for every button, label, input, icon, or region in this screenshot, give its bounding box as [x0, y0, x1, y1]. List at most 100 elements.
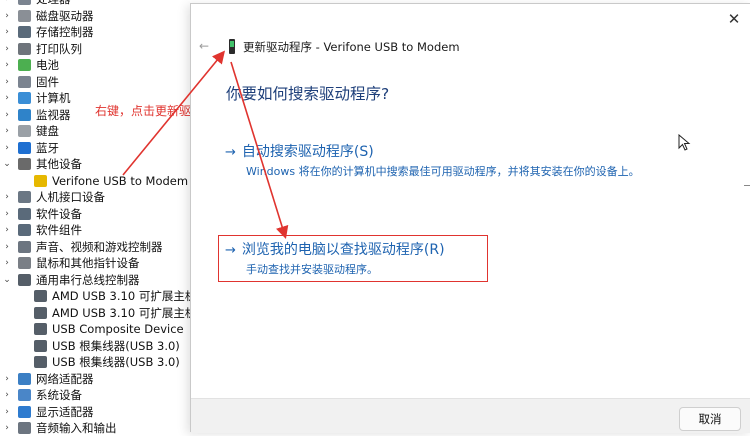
tree-item[interactable]: › 软件组件	[2, 222, 82, 238]
tree-item[interactable]: › 处理器	[2, 0, 71, 7]
tree-item-label: AMD USB 3.10 可扩展主机控	[52, 289, 208, 303]
tree-item-label: USB 根集线器(USB 3.0)	[52, 338, 180, 353]
tree-item[interactable]: › 显示适配器	[2, 404, 94, 420]
chevron-right-icon[interactable]: ›	[2, 407, 12, 417]
mouse-cursor-icon	[678, 134, 691, 151]
tree-item-label: USB Composite Device	[52, 322, 184, 336]
close-icon[interactable]: ✕	[723, 8, 745, 30]
chevron-right-icon[interactable]: ›	[2, 242, 12, 252]
tree-item[interactable]: › 人机接口设备	[2, 189, 105, 205]
tree-item-label: 存储控制器	[36, 25, 94, 39]
modem-device-icon	[229, 39, 235, 54]
other-devices-icon	[18, 158, 31, 170]
system-device-icon	[18, 389, 31, 401]
sound-icon	[18, 240, 31, 253]
firmware-icon	[18, 75, 31, 88]
tree-item[interactable]: › 计算机	[2, 90, 70, 106]
tree-item-label: 打印队列	[36, 41, 82, 56]
tree-item-label: 处理器	[36, 0, 71, 7]
tree-item[interactable]: ⌄ 其他设备	[2, 156, 82, 172]
tree-item[interactable]: AMD USB 3.10 可扩展主机控	[20, 305, 208, 321]
back-arrow-icon[interactable]: ←	[199, 39, 213, 53]
chevron-right-icon[interactable]: ›	[2, 390, 12, 400]
tree-item[interactable]: › 固件	[2, 74, 59, 90]
audio-io-icon	[18, 422, 31, 434]
mouse-icon	[18, 257, 31, 269]
chevron-right-icon[interactable]: ›	[2, 60, 12, 70]
tree-item[interactable]: › 打印队列	[2, 41, 82, 57]
battery-icon	[18, 59, 31, 71]
warning-device-icon	[34, 174, 47, 187]
option-description: Windows 将在你的计算机中搜索最佳可用驱动程序，并将其安装在你的设备上。	[246, 165, 640, 178]
tree-item-label: 音频输入和输出	[36, 421, 117, 435]
chevron-right-icon[interactable]: ›	[2, 258, 12, 268]
tree-item-label: 蓝牙	[36, 140, 59, 155]
chevron-right-icon[interactable]: ›	[2, 77, 12, 87]
chevron-right-icon[interactable]: ›	[2, 110, 12, 120]
printer-icon	[18, 42, 31, 55]
tree-item[interactable]: › 鼠标和其他指针设备	[2, 255, 139, 271]
tree-item[interactable]: ⌄ 通用串行总线控制器	[2, 272, 139, 288]
tree-item[interactable]: › 磁盘驱动器	[2, 8, 94, 24]
tree-item-label: Verifone USB to Modem	[52, 173, 189, 188]
tree-item[interactable]: USB 根集线器(USB 3.0)	[20, 354, 180, 370]
tree-item-label: 系统设备	[36, 388, 82, 402]
chevron-down-icon[interactable]: ⌄	[2, 275, 12, 285]
chevron-down-icon[interactable]: ⌄	[2, 159, 12, 169]
usb-icon	[34, 339, 47, 352]
chevron-right-icon[interactable]: ›	[2, 126, 12, 136]
auto-search-driver-option[interactable]: → 自动搜索驱动程序(S) Windows 将在你的计算机中搜索最佳可用驱动程序，…	[219, 137, 640, 183]
tree-item[interactable]: › 软件设备	[2, 206, 82, 222]
tree-item[interactable]: USB 根集线器(USB 3.0)	[20, 338, 180, 354]
tree-item[interactable]: › 音频输入和输出	[2, 420, 117, 436]
tree-item[interactable]: › 电池	[2, 57, 59, 73]
dialog-titlebar: ✕	[191, 4, 750, 40]
chevron-right-icon[interactable]: ›	[2, 374, 12, 384]
chevron-right-icon[interactable]: ›	[2, 143, 12, 153]
monitor-icon	[18, 108, 31, 121]
tree-item-label: 网络适配器	[36, 371, 94, 386]
usb-icon	[34, 356, 47, 368]
dialog-footer: 取消	[191, 398, 750, 433]
chevron-right-icon[interactable]: ›	[2, 44, 12, 54]
search-question-heading: 你要如何搜索驱动程序?	[226, 85, 390, 103]
tree-item-label: 人机接口设备	[36, 190, 105, 204]
option-description: 手动查找并安装驱动程序。	[246, 263, 378, 276]
chevron-right-icon[interactable]: ›	[2, 209, 12, 219]
tree-item[interactable]: › 系统设备	[2, 387, 82, 403]
tree-item-label: USB 根集线器(USB 3.0)	[52, 355, 180, 369]
cancel-button[interactable]: 取消	[679, 407, 741, 431]
network-adapter-icon	[18, 372, 31, 385]
chevron-right-icon[interactable]: ›	[2, 192, 12, 202]
chevron-right-icon[interactable]: ›	[2, 0, 12, 4]
tree-item-label: 键盘	[36, 124, 59, 138]
chevron-right-icon[interactable]: ›	[2, 93, 12, 103]
option-title: 浏览我的电脑以查找驱动程序(R)	[241, 242, 445, 258]
tree-item[interactable]: › 键盘	[2, 123, 59, 139]
tree-item-label: 声音、视频和游戏控制器	[36, 239, 163, 254]
option-title: 自动搜索驱动程序(S)	[241, 144, 374, 160]
tree-item[interactable]: › 监视器	[2, 107, 70, 123]
computer-icon	[18, 92, 31, 104]
chevron-right-icon[interactable]: ›	[2, 225, 12, 235]
chevron-right-icon[interactable]: ›	[2, 27, 12, 37]
tree-item[interactable]: Verifone USB to Modem	[20, 173, 188, 189]
chevron-right-icon[interactable]: ›	[2, 11, 12, 21]
disk-drive-icon	[18, 9, 31, 22]
device-manager-tree: › 处理器 › 磁盘驱动器 › 存储控制器 › 打印队列 › 电池 › 固件 › 计算机 › 监视器 › 键盘 › 蓝…	[0, 0, 208, 435]
annotation-text: 右键，点击更新驱动	[95, 104, 204, 118]
chevron-right-icon[interactable]: ›	[2, 423, 12, 433]
arrow-right-icon: →	[225, 145, 236, 160]
tree-item[interactable]: › 存储控制器	[2, 24, 94, 40]
usb-icon	[34, 290, 47, 302]
keyboard-icon	[18, 125, 31, 137]
tree-item[interactable]: AMD USB 3.10 可扩展主机控	[20, 288, 208, 304]
tree-item-label: 软件组件	[36, 223, 82, 237]
tree-item[interactable]: › 声音、视频和游戏控制器	[2, 239, 163, 255]
tree-item[interactable]: › 蓝牙	[2, 140, 59, 156]
tree-item-label: 显示适配器	[36, 404, 94, 419]
tree-item-label: 磁盘驱动器	[36, 8, 94, 23]
tree-item[interactable]: › 网络适配器	[2, 371, 94, 387]
tree-item[interactable]: USB Composite Device	[20, 321, 184, 337]
browse-computer-driver-option[interactable]: → 浏览我的电脑以查找驱动程序(R) 手动查找并安装驱动程序。	[218, 235, 488, 282]
